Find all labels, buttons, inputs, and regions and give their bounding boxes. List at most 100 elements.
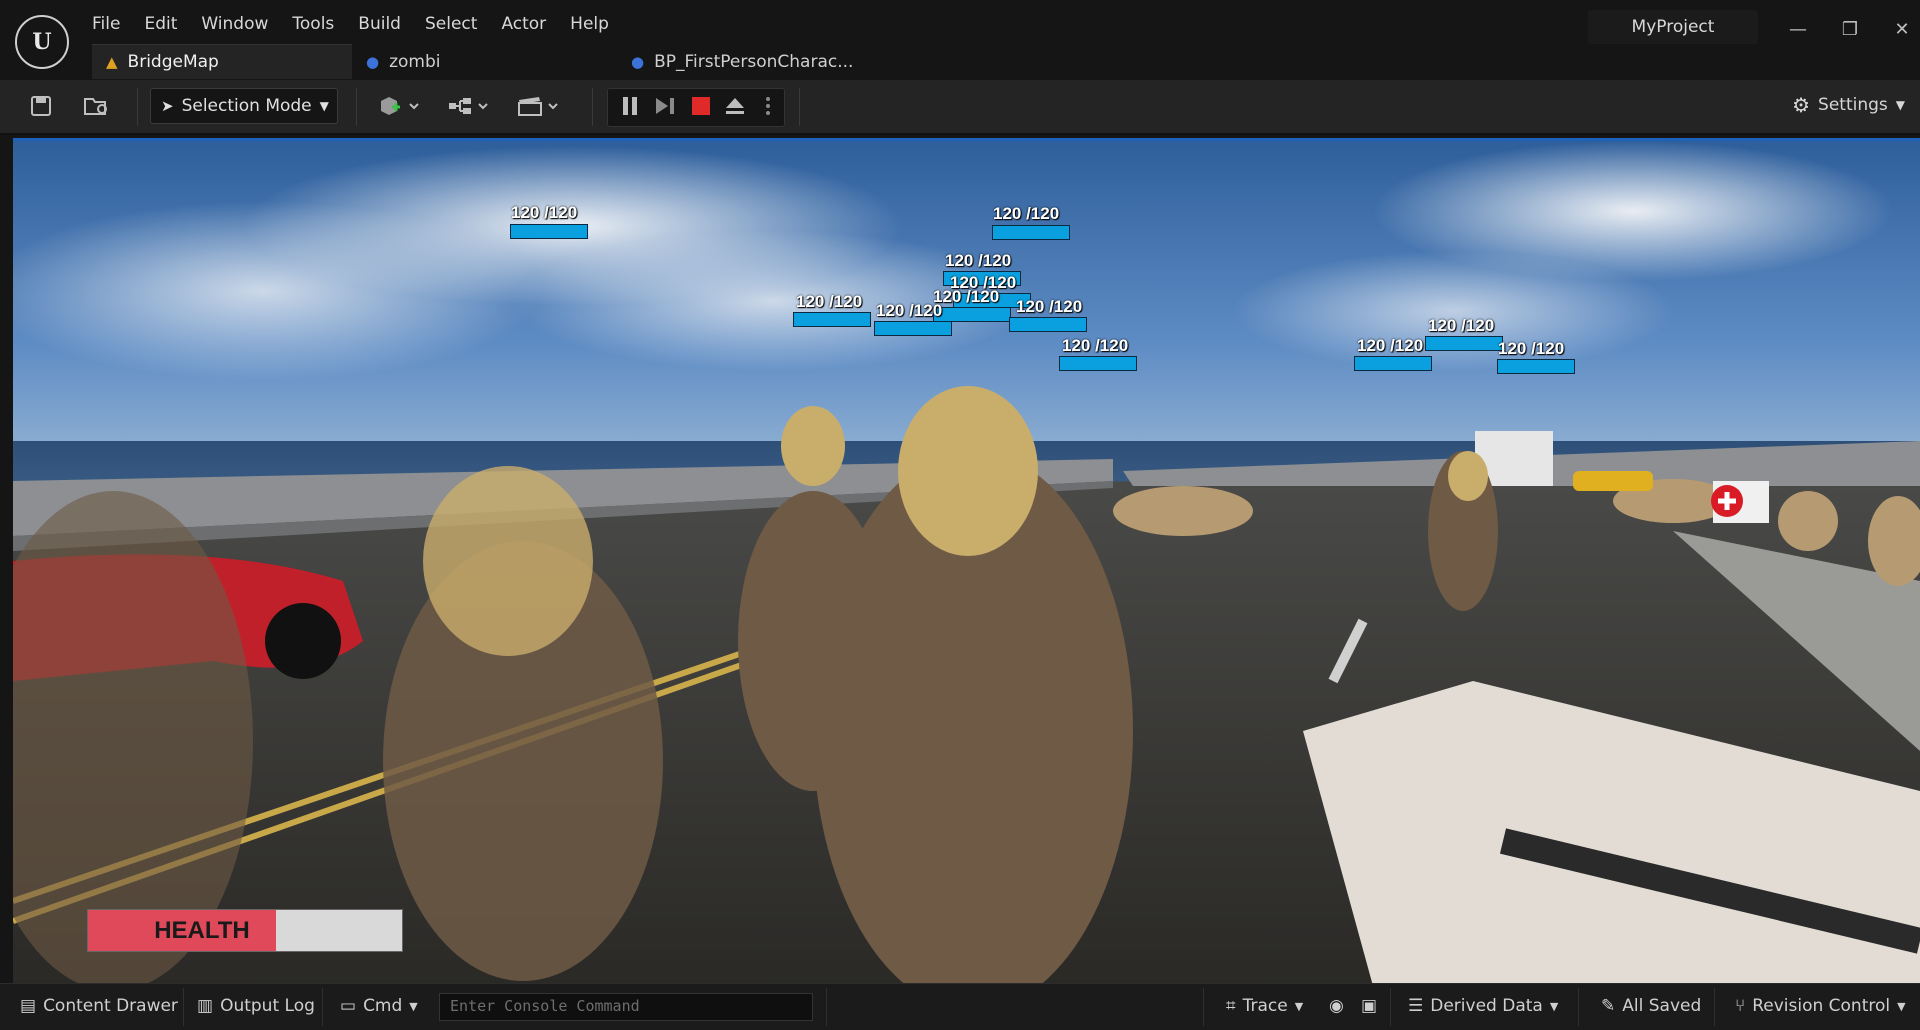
tab-zombi[interactable]: ● zombi xyxy=(352,44,617,79)
trace-record-icon[interactable]: ◉ xyxy=(1329,996,1344,1016)
output-log-label: Output Log xyxy=(220,996,315,1016)
statusbar-divider xyxy=(183,988,184,1026)
blueprint-icon: ● xyxy=(366,52,380,71)
menu-tools[interactable]: Tools xyxy=(280,10,346,38)
menu-build[interactable]: Build xyxy=(346,10,413,38)
unreal-logo-icon[interactable]: U xyxy=(15,15,69,69)
tab-bridgemap[interactable]: ▲ BridgeMap xyxy=(92,44,352,79)
enemy-health-text: 120 /120 xyxy=(1062,336,1129,355)
close-icon[interactable]: ✕ xyxy=(1882,14,1920,44)
enemy-health-bar xyxy=(874,321,952,336)
enemy-health-text: 120 /120 xyxy=(511,203,578,222)
chevron-down-icon: ▼ xyxy=(1897,999,1906,1013)
chevron-down-icon: ▼ xyxy=(319,99,329,113)
save-status-icon: ✎ xyxy=(1601,996,1616,1016)
restore-icon[interactable]: ❐ xyxy=(1830,14,1870,44)
settings-button[interactable]: ⚙ Settings ▼ xyxy=(1792,93,1905,117)
derived-data-dropdown[interactable]: ☰ Derived Data ▼ xyxy=(1408,996,1558,1016)
content-drawer-label: Content Drawer xyxy=(43,996,178,1016)
revision-control-dropdown[interactable]: ⑂ Revision Control ▼ xyxy=(1735,996,1906,1016)
toolbar-divider xyxy=(137,88,138,126)
output-log-icon: ▥ xyxy=(197,996,214,1016)
blueprint-icon: ● xyxy=(631,52,645,71)
toolbar-divider xyxy=(356,88,357,126)
eject-icon[interactable] xyxy=(722,89,748,123)
chevron-down-icon: ▼ xyxy=(1549,999,1559,1013)
document-tabs: ▲ BridgeMap ● zombi ● BP_FirstPersonChar… xyxy=(92,44,877,80)
enemy-health-bar xyxy=(1425,336,1503,351)
minimize-icon[interactable]: — xyxy=(1778,14,1818,44)
menu-help[interactable]: Help xyxy=(558,10,621,38)
all-saved-button[interactable]: ✎ All Saved xyxy=(1601,996,1701,1016)
level-icon: ▲ xyxy=(106,53,118,71)
chevron-down-icon: ▼ xyxy=(409,999,418,1013)
enemy-health-text: 120 /120 xyxy=(945,251,1012,270)
player-health-label: HEALTH xyxy=(154,916,250,944)
tab-label: zombi xyxy=(389,51,441,72)
chevron-down-icon: ▼ xyxy=(1895,98,1905,112)
pause-icon[interactable] xyxy=(617,89,643,123)
trace-label: Trace xyxy=(1242,996,1288,1016)
browse-icon[interactable] xyxy=(80,89,114,123)
main-toolbar: ➤ Selection Mode ▼ ⚙ Settings ▼ xyxy=(0,80,1920,135)
toolbar-divider xyxy=(799,88,800,126)
enemy-health-text: 120 /120 xyxy=(933,287,1000,306)
cmd-dropdown[interactable]: ▭ Cmd ▼ xyxy=(340,996,418,1016)
console-command-input[interactable]: Enter Console Command xyxy=(439,993,813,1021)
menu-window[interactable]: Window xyxy=(189,10,280,38)
statusbar-divider xyxy=(1203,988,1204,1026)
selection-mode-label: Selection Mode xyxy=(181,96,312,116)
enemy-health-text: 120 /120 xyxy=(796,292,863,311)
blueprint-graph-icon[interactable] xyxy=(445,89,493,123)
save-icon[interactable] xyxy=(26,89,56,123)
menu-actor[interactable]: Actor xyxy=(489,10,558,38)
main-menu: File Edit Window Tools Build Select Acto… xyxy=(80,10,621,38)
enemy-health-bar xyxy=(1009,317,1087,332)
stop-icon[interactable] xyxy=(688,89,714,123)
cinematics-icon[interactable] xyxy=(515,89,563,123)
settings-label: Settings xyxy=(1818,95,1888,115)
menu-edit[interactable]: Edit xyxy=(132,10,189,38)
revision-control-icon: ⑂ xyxy=(1735,996,1746,1016)
title-bar: U File Edit Window Tools Build Select Ac… xyxy=(0,0,1920,79)
enemy-health-bar xyxy=(510,224,588,239)
enemy-health-text: 120 /120 xyxy=(1016,297,1083,316)
all-saved-label: All Saved xyxy=(1622,996,1702,1016)
add-actor-icon[interactable] xyxy=(376,89,424,123)
enemy-health-text: 120 /120 xyxy=(993,204,1060,223)
tab-label: BridgeMap xyxy=(127,52,219,72)
enemy-health-bar xyxy=(1354,356,1432,371)
content-drawer-icon: ▤ xyxy=(20,996,37,1016)
level-viewport[interactable]: 120 /120 120 /120 120 /120 120 /120 120 … xyxy=(13,138,1920,983)
player-health-bar: HEALTH xyxy=(87,909,403,952)
enemy-health-text: 120 /120 xyxy=(1498,339,1565,358)
statusbar-divider xyxy=(322,988,323,1026)
toolbar-divider xyxy=(592,88,593,126)
screenshot-icon[interactable]: ▣ xyxy=(1361,996,1377,1016)
content-drawer-button[interactable]: ▤ Content Drawer xyxy=(20,996,178,1016)
statusbar-divider xyxy=(1578,988,1579,1026)
output-log-button[interactable]: ▥ Output Log xyxy=(197,996,315,1016)
enemy-health-bar xyxy=(793,312,871,327)
enemy-health-text: 120 /120 xyxy=(876,301,943,320)
revision-control-label: Revision Control xyxy=(1752,996,1891,1016)
terminal-icon: ▭ xyxy=(340,996,357,1016)
step-icon[interactable] xyxy=(652,89,678,123)
cursor-icon: ➤ xyxy=(161,97,174,115)
project-name[interactable]: MyProject xyxy=(1588,10,1758,44)
status-bar: ▤ Content Drawer ▥ Output Log ▭ Cmd ▼ En… xyxy=(0,983,1920,1030)
trace-dropdown[interactable]: ⌗ Trace ▼ xyxy=(1226,996,1303,1016)
statusbar-divider xyxy=(1714,988,1715,1026)
trace-icon: ⌗ xyxy=(1226,996,1236,1016)
menu-file[interactable]: File xyxy=(80,10,132,38)
menu-select[interactable]: Select xyxy=(413,10,489,38)
statusbar-divider xyxy=(826,988,827,1026)
gear-icon: ⚙ xyxy=(1792,93,1811,117)
enemy-health-text: 120 /120 xyxy=(1428,316,1495,335)
statusbar-divider xyxy=(1390,988,1391,1026)
database-icon: ☰ xyxy=(1408,996,1424,1016)
cmd-label: Cmd xyxy=(363,996,403,1016)
tab-bp-firstpersoncharacter[interactable]: ● BP_FirstPersonCharac... xyxy=(617,44,877,79)
more-options-icon[interactable] xyxy=(760,89,776,123)
selection-mode-dropdown[interactable]: ➤ Selection Mode ▼ xyxy=(150,88,338,124)
